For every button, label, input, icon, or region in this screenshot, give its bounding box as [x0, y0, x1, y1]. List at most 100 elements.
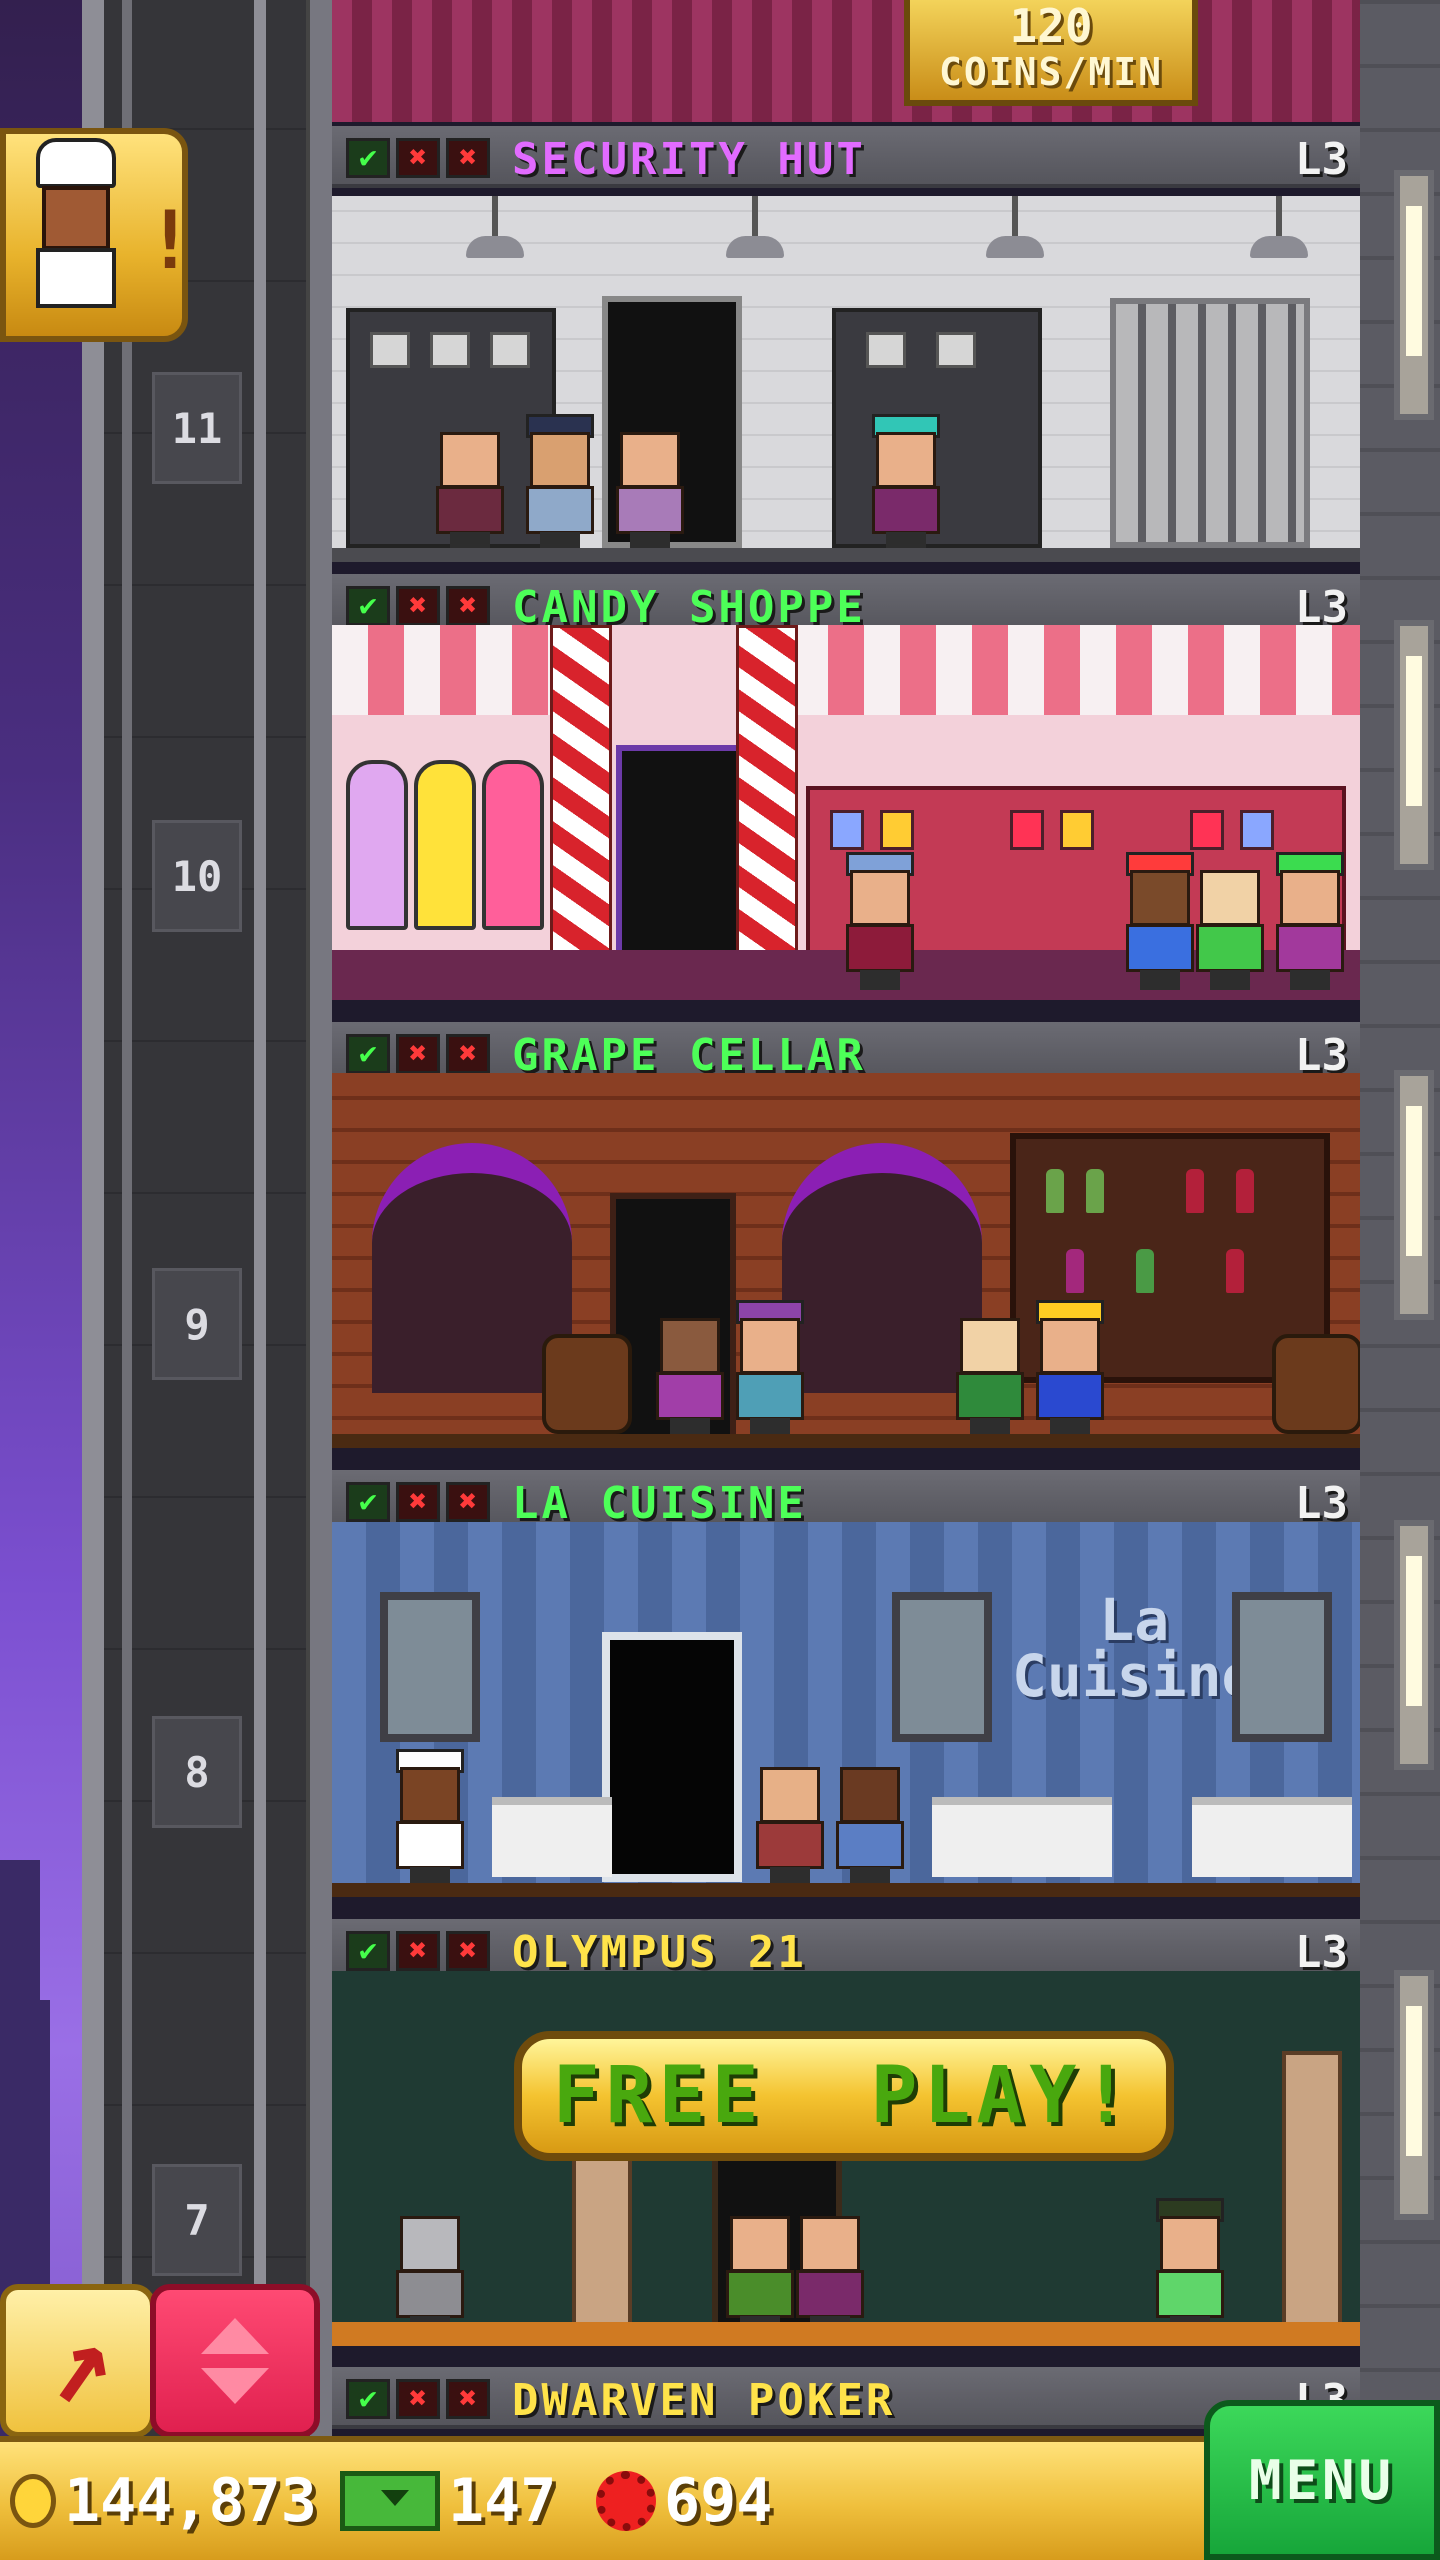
cross-icon: ✖: [446, 586, 490, 626]
building-edge: [1360, 0, 1440, 2560]
bitizen[interactable]: [1192, 860, 1268, 990]
coin-icon: [10, 2474, 56, 2528]
bitizen[interactable]: [952, 1308, 1028, 1438]
bux-icon: [340, 2471, 440, 2531]
wall-lamp: [1394, 170, 1434, 420]
wine-bottle: [1066, 1249, 1084, 1293]
chef-coat: [36, 248, 116, 308]
candy-jar: [1010, 810, 1044, 850]
candy-jar: [1190, 810, 1224, 850]
cross-icon: ✖: [396, 138, 440, 178]
bitizen[interactable]: [832, 1757, 908, 1887]
wall-painting: [892, 1592, 992, 1742]
floor-name: SECURITY HUT: [512, 134, 866, 185]
room-floor: [332, 1883, 1360, 1897]
stock-indicators: ✔ ✖ ✖: [346, 138, 490, 178]
candy-jar: [1060, 810, 1094, 850]
bitizen-chef[interactable]: [392, 1749, 468, 1887]
wine-barrel: [542, 1334, 632, 1434]
wine-bottle: [1186, 1169, 1204, 1213]
chef-hat: [36, 138, 116, 188]
bux-counter[interactable]: 147: [340, 2466, 556, 2536]
bitizen[interactable]: [1272, 852, 1348, 990]
wall-painting: [380, 1592, 480, 1742]
bitizen[interactable]: [1152, 2198, 1228, 2336]
bitizen[interactable]: [1032, 1300, 1108, 1438]
awning: [792, 625, 1360, 715]
bitizen-clown[interactable]: [1122, 852, 1198, 990]
room-floor: [332, 2322, 1360, 2346]
triangle-up-icon: [201, 2318, 269, 2354]
stock-indicators: ✔ ✖ ✖: [346, 586, 490, 626]
monitor-screen: [866, 332, 906, 368]
candy-dispenser: [482, 760, 544, 930]
gems-counter: 694: [596, 2466, 772, 2536]
wine-bottle: [1226, 1249, 1244, 1293]
la-cuisine-sign: La Cuisine: [1012, 1586, 1257, 1710]
shaft-rail: [122, 0, 132, 2560]
raise-elevator-button[interactable]: ↗: [0, 2284, 156, 2438]
shaft-rail: [254, 0, 266, 2560]
bitizen[interactable]: [432, 422, 508, 552]
wall-lamp: [1394, 1070, 1434, 1320]
sky-background: [0, 0, 82, 2560]
bitizen-statue[interactable]: [392, 2206, 468, 2336]
check-icon: ✔: [346, 1931, 390, 1971]
bitizen-guard[interactable]: [522, 414, 598, 552]
gems-value: 694: [664, 2466, 773, 2536]
bitizen[interactable]: [752, 1757, 828, 1887]
gear-icon: [596, 2471, 656, 2531]
elevator-control-button[interactable]: [150, 2284, 320, 2438]
awning: [332, 625, 552, 715]
room-security-hut[interactable]: [332, 196, 1360, 562]
candy-jar: [1240, 810, 1274, 850]
room-candy-shoppe[interactable]: [332, 625, 1360, 1000]
room-grape-cellar[interactable]: [332, 1073, 1360, 1448]
candy-jar: [830, 810, 864, 850]
bitizen[interactable]: [612, 422, 688, 552]
cross-icon: ✖: [396, 1482, 440, 1522]
cross-icon: ✖: [396, 1931, 440, 1971]
arrow-up-right-icon: ↗: [34, 2292, 122, 2430]
room-floor: [332, 548, 1360, 562]
dining-table: [1192, 1797, 1352, 1877]
candy-pole: [550, 625, 612, 1000]
room-olympus-21[interactable]: FREE PLAY!: [332, 1971, 1360, 2346]
monitor-screen: [936, 332, 976, 368]
candy-dispenser: [346, 760, 408, 930]
doorway: [602, 1632, 742, 1882]
cross-icon: ✖: [446, 2379, 490, 2419]
chef-face: [42, 186, 110, 250]
bitizen[interactable]: [792, 2206, 868, 2336]
elevator-car[interactable]: !: [0, 128, 194, 342]
free-play-button[interactable]: FREE PLAY!: [514, 2031, 1174, 2161]
menu-button[interactable]: MENU: [1204, 2400, 1440, 2560]
bitizen[interactable]: [722, 2206, 798, 2336]
bitizen[interactable]: [868, 414, 944, 552]
room-floor: [332, 1434, 1360, 1448]
cross-icon: ✖: [396, 586, 440, 626]
check-icon: ✔: [346, 1482, 390, 1522]
coins-counter: 144,873: [10, 2466, 317, 2536]
stock-indicators: ✔ ✖ ✖: [346, 1931, 490, 1971]
floor-number-7: 7: [152, 2164, 242, 2276]
monitor-screen: [370, 332, 410, 368]
wine-bottle: [1136, 1249, 1154, 1293]
bitizen[interactable]: [732, 1300, 808, 1438]
coins-value: 144,873: [64, 2466, 317, 2536]
candy-dispenser: [414, 760, 476, 930]
bitizen[interactable]: [652, 1308, 728, 1438]
cross-icon: ✖: [446, 1034, 490, 1074]
stock-indicators: ✔ ✖ ✖: [346, 2379, 490, 2419]
dining-table: [932, 1797, 1112, 1877]
monitor-screen: [430, 332, 470, 368]
room-la-cuisine[interactable]: La Cuisine: [332, 1522, 1360, 1897]
bitizen[interactable]: [842, 852, 918, 990]
check-icon: ✔: [346, 1034, 390, 1074]
floor-bar-security-hut[interactable]: ✔ ✖ ✖ SECURITY HUT L3: [332, 126, 1360, 188]
floor-number-9: 9: [152, 1268, 242, 1380]
triangle-down-icon: [201, 2368, 269, 2404]
cross-icon: ✖: [446, 138, 490, 178]
elevator-shaft: 11 10 9 8 7: [82, 0, 332, 2560]
floor-name: DWARVEN POKER: [512, 2375, 896, 2426]
